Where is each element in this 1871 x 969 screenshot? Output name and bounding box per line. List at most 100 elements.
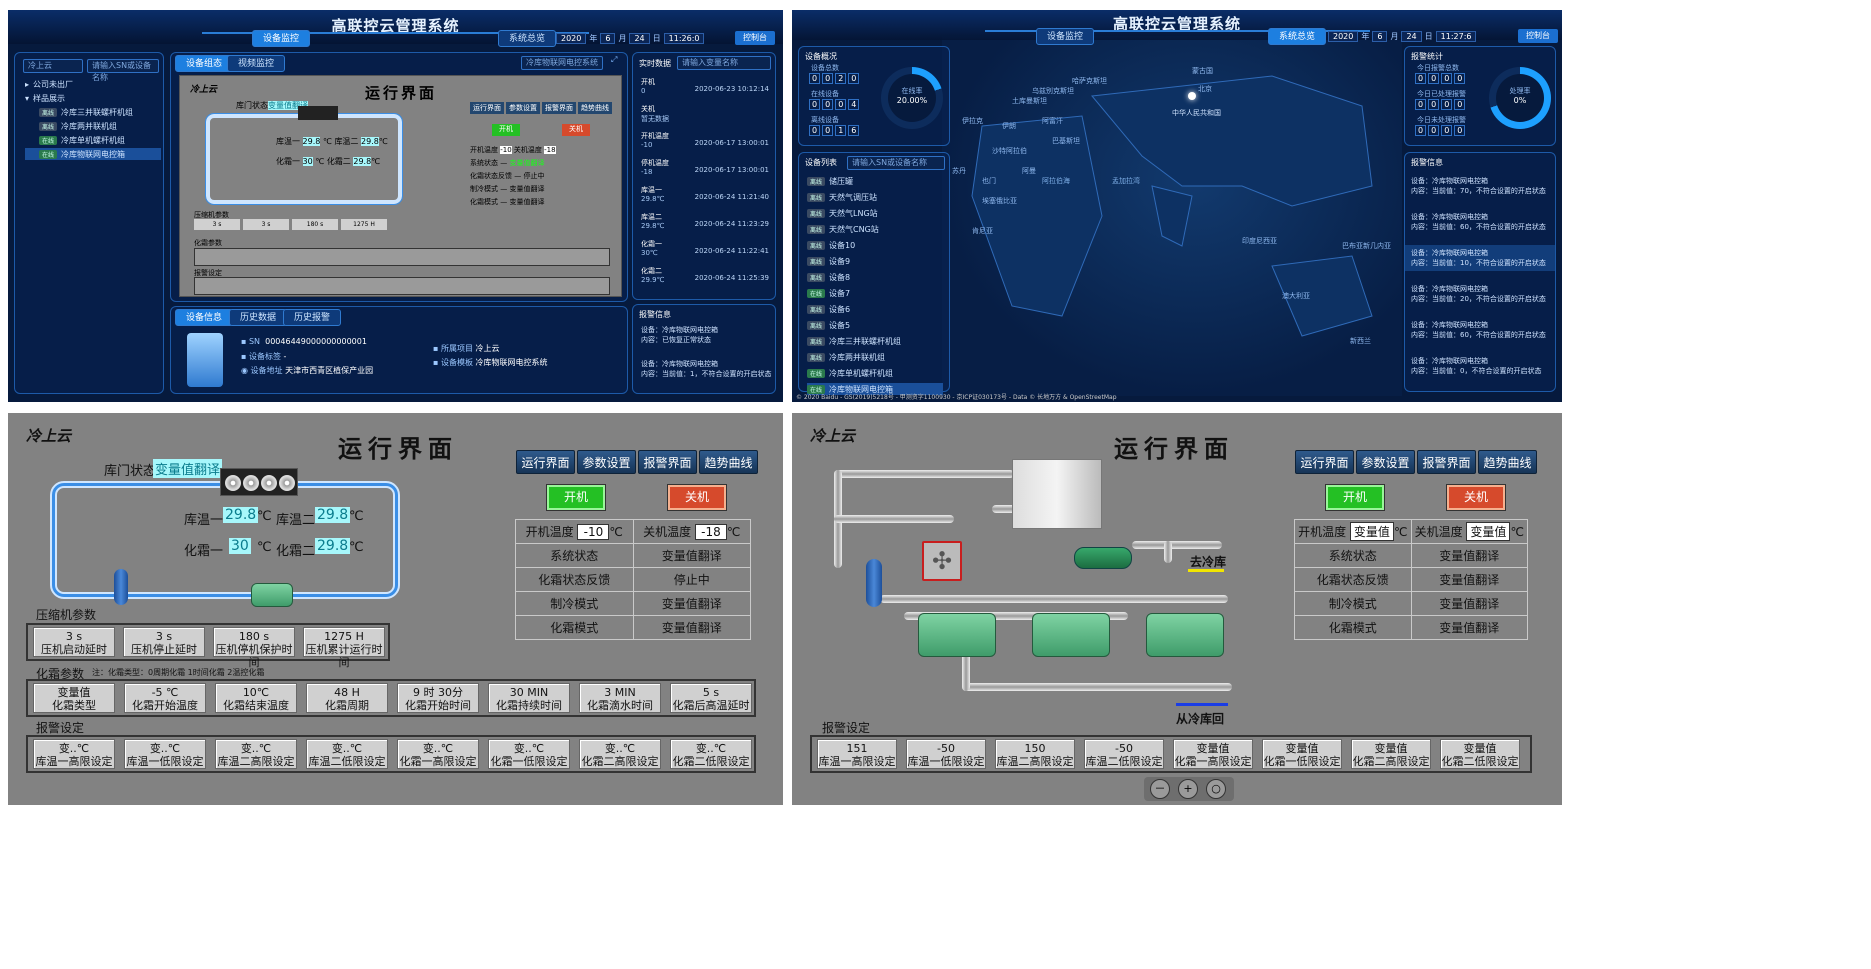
tab-device-status[interactable]: 设备组态 xyxy=(175,55,234,72)
alarm-entry[interactable]: 设备：冷库物联网电控箱 内容：当前值：60，不符合设置的开启状态 xyxy=(1405,317,1555,343)
tab-history[interactable]: 历史数据 xyxy=(229,309,288,326)
tree-item-5[interactable]: 在线 冷库物联网电控箱 xyxy=(25,148,161,160)
alarm-entry[interactable]: 设备：冷库物联网电控箱 内容：当前值：10，不符合设置的开启状态 xyxy=(1405,245,1555,271)
thumb-nav-3[interactable]: 趋势曲线 xyxy=(578,102,612,114)
stop-button[interactable]: 关机 xyxy=(1447,485,1505,510)
param-cell[interactable]: 5 s 化霜后高温延时 xyxy=(670,683,752,713)
device-list-item[interactable]: 离线 储压罐 xyxy=(807,175,943,187)
param-cell[interactable]: 变量值 化霜一高限设定 xyxy=(1173,739,1253,769)
tab-alarm[interactable]: 报警界面 xyxy=(1417,450,1476,474)
device-list-item[interactable]: 离线 设备8 xyxy=(807,271,943,283)
param-cell[interactable]: 变..℃ 化霜二低限设定 xyxy=(670,739,752,769)
tab-device-monitor[interactable]: 设备监控 xyxy=(252,30,311,47)
param-cell[interactable]: 151 库温一高限设定 xyxy=(817,739,897,769)
param-cell[interactable]: 变量值 化霜二低限设定 xyxy=(1440,739,1520,769)
start-button[interactable]: 开机 xyxy=(547,485,605,510)
system-select[interactable]: 冷库物联网电控系统 xyxy=(521,56,603,70)
device-list-item[interactable]: 离线 冷库两并联机组 xyxy=(807,351,943,363)
map-label: 阿曼 xyxy=(1022,167,1036,175)
tab-alarm[interactable]: 报警界面 xyxy=(638,450,697,474)
param-cell[interactable]: 变..℃ 化霜一高限设定 xyxy=(397,739,479,769)
start-button[interactable]: 开机 xyxy=(1326,485,1384,510)
device-list-item[interactable]: 离线 设备10 xyxy=(807,239,943,251)
param-cell[interactable]: 180 s 压机停机保护时间 xyxy=(213,627,295,669)
tab-history-alarm[interactable]: 历史报警 xyxy=(283,309,342,326)
param-cell[interactable]: 变量值 化霜一低限设定 xyxy=(1262,739,1342,769)
tab-run[interactable]: 运行界面 xyxy=(516,450,575,474)
zoom-out-icon[interactable]: － xyxy=(1150,779,1170,799)
off-temp-input[interactable]: 变量值 xyxy=(1466,522,1511,541)
location-pin-icon[interactable] xyxy=(1188,92,1196,100)
on-temp-input[interactable]: 变量值 xyxy=(1349,522,1394,541)
param-cell[interactable]: 48 H 化霜周期 xyxy=(306,683,388,713)
alarm-entry[interactable]: 设备：冷库物联网电控箱 内容：当前值：70，不符合设置的开启状态 xyxy=(1405,173,1555,199)
tab-params[interactable]: 参数设置 xyxy=(1356,450,1415,474)
company-select[interactable]: 冷上云 xyxy=(23,59,83,73)
tab-video[interactable]: 视频监控 xyxy=(227,55,286,72)
device-list-item[interactable]: 在线 设备7 xyxy=(807,287,943,299)
arrow-right-icon xyxy=(1188,569,1224,572)
zoom-in-icon[interactable]: + xyxy=(1178,779,1198,799)
off-temp-input[interactable]: -18 xyxy=(694,524,727,540)
device-list-item[interactable]: 离线 冷库三并联螺杆机组 xyxy=(807,335,943,347)
param-cell[interactable]: 3 MIN 化霜滴水时间 xyxy=(579,683,661,713)
tab-overview[interactable]: 系统总览 xyxy=(1268,28,1327,45)
tree-item-0[interactable]: ▸ 公司未出厂 xyxy=(25,78,73,90)
device-list-item[interactable]: 在线 冷库单机螺杆机组 xyxy=(807,367,943,379)
tree-item-2[interactable]: 离线 冷库三并联螺杆机组 xyxy=(39,106,133,118)
param-cell[interactable]: 变..℃ 库温二高限设定 xyxy=(215,739,297,769)
param-cell[interactable]: 10℃ 化霜结束温度 xyxy=(215,683,297,713)
param-cell[interactable]: 变..℃ 化霜一低限设定 xyxy=(488,739,570,769)
param-cell[interactable]: 变..℃ 库温一低限设定 xyxy=(124,739,206,769)
param-cell[interactable]: 30 MIN 化霜持续时间 xyxy=(488,683,570,713)
console-button[interactable]: 控制台 xyxy=(735,31,775,45)
tab-run[interactable]: 运行界面 xyxy=(1295,450,1354,474)
tab-overview[interactable]: 系统总览 xyxy=(498,30,557,47)
thumb-nav-1[interactable]: 参数设置 xyxy=(506,102,540,114)
alarm-entry[interactable]: 设备：冷库物联网电控箱 内容：当前值：0，不符合设置的开启状态 xyxy=(1405,353,1555,379)
param-cell[interactable]: 变..℃ 库温一高限设定 xyxy=(33,739,115,769)
param-cell[interactable]: 1275 H 压机累计运行时间 xyxy=(303,627,385,669)
device-list-item[interactable]: 离线 设备6 xyxy=(807,303,943,315)
stop-button[interactable]: 关机 xyxy=(668,485,726,510)
thumb-nav-2[interactable]: 报警界面 xyxy=(542,102,576,114)
param-cell[interactable]: 9 时 30分 化霜开始时间 xyxy=(397,683,479,713)
param-cell[interactable]: 变量值 化霜二高限设定 xyxy=(1351,739,1431,769)
thumb-off-button[interactable]: 关机 xyxy=(562,124,590,136)
on-temp-input[interactable]: -10 xyxy=(577,524,610,540)
thumb-on-button[interactable]: 开机 xyxy=(492,124,520,136)
tree-item-3[interactable]: 离线 冷库两并联机组 xyxy=(39,120,117,132)
device-list-item[interactable]: 离线 天然气LNG站 xyxy=(807,207,943,219)
tab-device-monitor[interactable]: 设备监控 xyxy=(1036,28,1095,45)
device-list-search[interactable]: 请输入SN或设备名称 xyxy=(847,156,945,170)
device-list-item[interactable]: 离线 设备5 xyxy=(807,319,943,331)
device-list-item[interactable]: 离线 设备9 xyxy=(807,255,943,267)
zoom-reset-icon[interactable]: ○ xyxy=(1206,779,1226,799)
console-button[interactable]: 控制台 xyxy=(1518,29,1558,43)
device-list-item[interactable]: 离线 天然气调压站 xyxy=(807,191,943,203)
thumb-nav-0[interactable]: 运行界面 xyxy=(470,102,504,114)
fan-icon[interactable]: ✣ xyxy=(922,541,962,581)
tab-params[interactable]: 参数设置 xyxy=(577,450,636,474)
param-cell[interactable]: -5 ℃ 化霜开始温度 xyxy=(124,683,206,713)
param-cell[interactable]: 变..℃ 化霜二高限设定 xyxy=(579,739,661,769)
param-cell[interactable]: -50 库温一低限设定 xyxy=(906,739,986,769)
tree-item-4[interactable]: 在线 冷库单机螺杆机组 xyxy=(39,134,125,146)
tab-trend[interactable]: 趋势曲线 xyxy=(699,450,758,474)
param-cell[interactable]: 变量值 化霜类型 xyxy=(33,683,115,713)
tree-item-1[interactable]: ▾ 样品展示 xyxy=(25,92,65,104)
param-cell[interactable]: -50 库温二低限设定 xyxy=(1084,739,1164,769)
device-search-input[interactable]: 请输入SN或设备名称 xyxy=(87,59,159,82)
variable-search-input[interactable]: 请输入变量名称 xyxy=(677,56,771,70)
param-cell[interactable]: 150 库温二高限设定 xyxy=(995,739,1075,769)
world-map[interactable]: 中华人民共和国 北京 澳大利亚 印度尼西亚 沙特阿拉伯 阿拉伯海 孟加拉湾 巴布… xyxy=(942,36,1402,396)
expand-icon[interactable]: ⤢ xyxy=(611,55,617,65)
param-cell[interactable]: 3 s 压机停止延时 xyxy=(123,627,205,657)
tab-trend[interactable]: 趋势曲线 xyxy=(1478,450,1537,474)
alarm-entry[interactable]: 设备：冷库物联网电控箱 内容：当前值：60，不符合设置的开启状态 xyxy=(1405,209,1555,235)
device-list-item[interactable]: 离线 天然气CNG站 xyxy=(807,223,943,235)
tab-device-info[interactable]: 设备信息 xyxy=(175,309,234,326)
param-cell[interactable]: 3 s 压机启动延时 xyxy=(33,627,115,657)
param-cell[interactable]: 变..℃ 库温二低限设定 xyxy=(306,739,388,769)
alarm-entry[interactable]: 设备：冷库物联网电控箱 内容：当前值：20，不符合设置的开启状态 xyxy=(1405,281,1555,307)
